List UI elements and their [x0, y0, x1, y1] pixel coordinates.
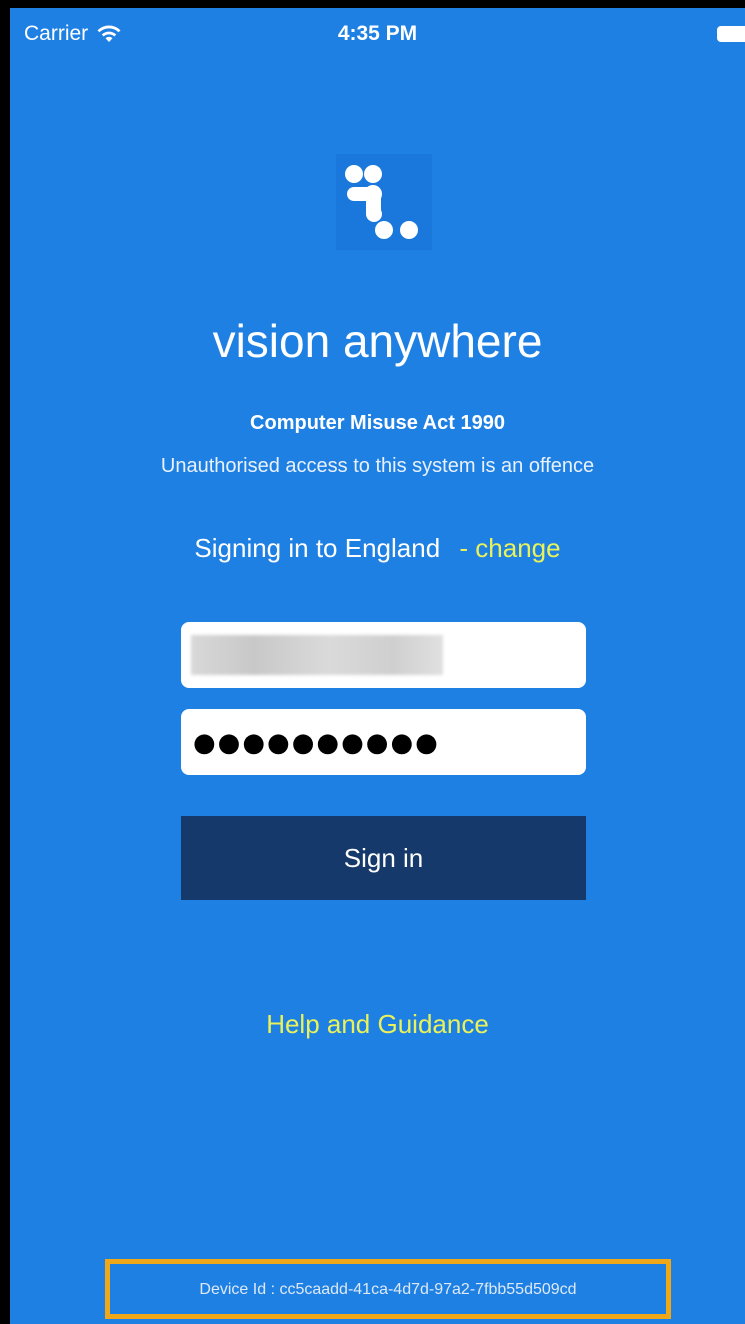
region-label: Signing in to England — [194, 533, 441, 563]
sign-in-button[interactable]: Sign in — [181, 816, 586, 900]
device-id-box: Device Id : cc5caadd-41ca-4d7d-97a2-7fbb… — [105, 1259, 671, 1319]
region-row: Signing in to England - change — [10, 533, 745, 564]
misuse-act-warning: Unauthorised access to this system is an… — [160, 455, 595, 477]
redacted-username — [191, 635, 443, 675]
app-title: vision anywhere — [212, 315, 543, 367]
device-id-text: Device Id : cc5caadd-41ca-4d7d-97a2-7fbb… — [199, 1281, 577, 1298]
status-time: 4:35 PM — [337, 22, 418, 45]
status-bar: Carrier 4:35 PM — [10, 8, 745, 64]
username-field[interactable] — [181, 622, 586, 688]
password-input[interactable] — [191, 709, 575, 777]
login-screen: Carrier 4:35 PM vision anywhere Computer… — [10, 8, 745, 1324]
misuse-act-heading: Computer Misuse Act 1990 — [250, 412, 505, 434]
battery-icon — [717, 26, 745, 42]
help-and-guidance-link[interactable]: Help and Guidance — [10, 1009, 745, 1040]
change-region-link[interactable]: - change — [459, 533, 560, 563]
vision-anywhere-logo — [336, 154, 432, 250]
password-field[interactable] — [181, 709, 586, 777]
